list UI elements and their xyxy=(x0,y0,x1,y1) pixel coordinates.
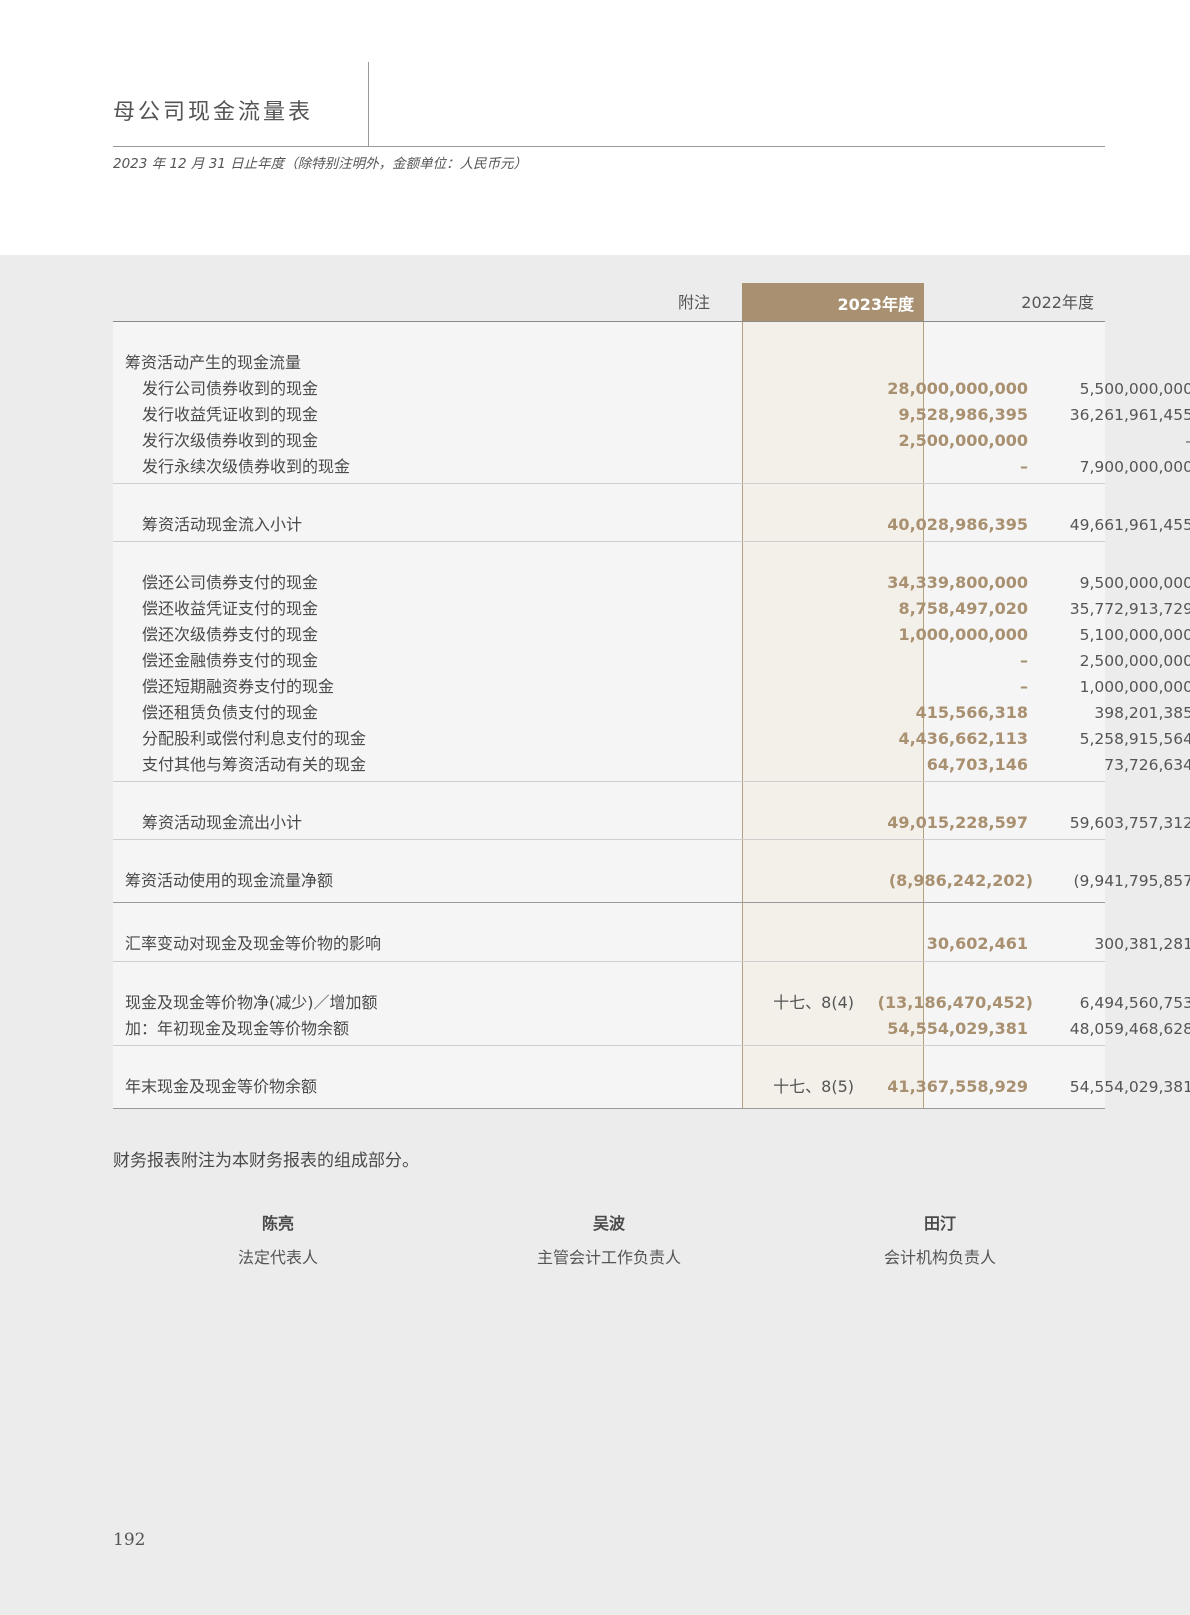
row-label: 偿还金融债券支付的现金 xyxy=(142,651,319,670)
table-row: 筹资活动使用的现金流量净额 (8,986,242,202) (9,941,795… xyxy=(113,868,1190,894)
table-row: 筹资活动现金流出小计 49,015,228,597 59,603,757,312 xyxy=(113,810,1190,836)
row-divider xyxy=(113,541,1105,542)
row-label: 筹资活动使用的现金流量净额 xyxy=(125,871,334,890)
row-label: 发行永续次级债券收到的现金 xyxy=(142,457,351,476)
row-label: 汇率变动对现金及现金等价物的影响 xyxy=(125,934,382,953)
value-2022: 59,603,757,312 xyxy=(1069,814,1190,832)
row-divider xyxy=(113,961,1105,962)
header-horizontal-rule xyxy=(113,146,1105,147)
signatory-role: 主管会计工作负责人 xyxy=(536,1248,681,1267)
signature-block: 陈亮 法定代表人 xyxy=(158,1210,398,1268)
row-divider xyxy=(113,483,1105,484)
table-row: 偿还金融债券支付的现金 – 2,500,000,000 xyxy=(113,648,1190,674)
table-row: 现金及现金等价物净(减少)／增加额 十七、8(4) (13,186,470,45… xyxy=(113,990,1190,1016)
value-2022: 300,381,281 xyxy=(1094,935,1190,953)
value-2022: 35,772,913,729 xyxy=(1069,600,1190,618)
table-row: 偿还租赁负债支付的现金 415,566,318 398,201,385 xyxy=(113,700,1190,726)
row-label: 年末现金及现金等价物余额 xyxy=(125,1077,318,1096)
value-2022: 9,500,000,000 xyxy=(1079,574,1190,592)
signatory-role: 会计机构负责人 xyxy=(883,1248,996,1267)
row-divider xyxy=(113,781,1105,782)
table-row: 加：年初现金及现金等价物余额 54,554,029,381 48,059,468… xyxy=(113,1016,1190,1042)
value-2022: – xyxy=(913,428,1190,454)
signatory-name: 吴波 xyxy=(592,1214,625,1233)
row-label: 发行收益凭证收到的现金 xyxy=(142,405,319,424)
row-label: 偿还次级债券支付的现金 xyxy=(142,625,319,644)
value-2022: 49,661,961,455 xyxy=(1069,516,1190,534)
table-row: 偿还公司债券支付的现金 34,339,800,000 9,500,000,000 xyxy=(113,570,1190,596)
table-row: 发行公司债券收到的现金 28,000,000,000 5,500,000,000 xyxy=(113,376,1190,402)
value-2022: 5,100,000,000 xyxy=(1079,626,1190,644)
page-title: 母公司现金流量表 xyxy=(113,100,314,125)
row-divider xyxy=(113,839,1105,840)
value-2022: 54,554,029,381 xyxy=(1069,1078,1190,1096)
value-2022: 6,494,560,753 xyxy=(1079,994,1190,1012)
header-area xyxy=(0,0,1190,255)
value-2022: 5,258,915,564 xyxy=(1079,730,1190,748)
table-row: 发行收益凭证收到的现金 9,528,986,395 36,261,961,455 xyxy=(113,402,1190,428)
row-label: 现金及现金等价物净(减少)／增加额 xyxy=(125,993,378,1012)
value-2022: 73,726,634 xyxy=(1104,756,1190,774)
table-row: 支付其他与筹资活动有关的现金 64,703,146 73,726,634 xyxy=(113,752,1190,778)
signature-block: 田汀 会计机构负责人 xyxy=(820,1210,1060,1268)
table-row: 分配股利或偿付利息支付的现金 4,436,662,113 5,258,915,5… xyxy=(113,726,1190,752)
table-row: 偿还短期融资券支付的现金 – 1,000,000,000 xyxy=(113,674,1190,700)
row-label: 筹资活动产生的现金流量 xyxy=(125,353,302,372)
row-label: 偿还公司债券支付的现金 xyxy=(142,573,319,592)
table-row: 发行次级债券收到的现金 2,500,000,000 – xyxy=(113,428,1190,454)
row-label: 发行次级债券收到的现金 xyxy=(142,431,319,450)
row-label: 发行公司债券收到的现金 xyxy=(142,379,319,398)
table-row: 偿还收益凭证支付的现金 8,758,497,020 35,772,913,729 xyxy=(113,596,1190,622)
value-2022: 2,500,000,000 xyxy=(1079,652,1190,670)
row-label: 加：年初现金及现金等价物余额 xyxy=(125,1019,350,1038)
footnote: 财务报表附注为本财务报表的组成部分。 xyxy=(113,1151,419,1171)
row-label: 筹资活动现金流出小计 xyxy=(142,813,303,832)
row-label: 筹资活动现金流入小计 xyxy=(142,515,303,534)
page-number: 192 xyxy=(113,1530,146,1550)
value-2022: 48,059,468,628 xyxy=(1069,1020,1190,1038)
header-vertical-rule xyxy=(368,62,369,146)
table-row: 偿还次级债券支付的现金 1,000,000,000 5,100,000,000 xyxy=(113,622,1190,648)
signature-block: 吴波 主管会计工作负责人 xyxy=(489,1210,729,1268)
column-header-2023: 2023年度 xyxy=(742,283,924,321)
column-header-note: 附注 xyxy=(677,293,710,312)
signatory-name: 陈亮 xyxy=(261,1214,294,1233)
value-2022: 398,201,385 xyxy=(1094,704,1190,722)
table-row: 发行永续次级债券收到的现金 – 7,900,000,000 xyxy=(113,454,1190,480)
header-divider xyxy=(113,321,1105,322)
signatory-name: 田汀 xyxy=(923,1214,956,1233)
column-header-2022: 2022年度 xyxy=(1021,293,1094,312)
row-label: 偿还租赁负债支付的现金 xyxy=(142,703,319,722)
row-label: 偿还收益凭证支付的现金 xyxy=(142,599,319,618)
row-label: 支付其他与筹资活动有关的现金 xyxy=(142,755,367,774)
value-2022: (9,941,795,857) xyxy=(1073,872,1190,890)
table-row: 筹资活动产生的现金流量 xyxy=(113,350,1105,376)
row-label: 分配股利或偿付利息支付的现金 xyxy=(142,729,367,748)
value-2022: 7,900,000,000 xyxy=(1079,458,1190,476)
table-row: 年末现金及现金等价物余额 十七、8(5) 41,367,558,929 54,5… xyxy=(113,1074,1190,1100)
value-2022: 36,261,961,455 xyxy=(1069,406,1190,424)
table-row: 汇率变动对现金及现金等价物的影响 30,602,461 300,381,281 xyxy=(113,931,1190,957)
table-bottom-rule xyxy=(113,1108,1105,1109)
value-2022: 1,000,000,000 xyxy=(1079,678,1190,696)
signatory-role: 法定代表人 xyxy=(237,1248,318,1267)
row-divider xyxy=(113,902,1105,903)
value-2022: 5,500,000,000 xyxy=(1079,380,1190,398)
row-divider xyxy=(113,1045,1105,1046)
page-subtitle: 2023 年 12 月 31 日止年度（除特别注明外，金额单位：人民币元） xyxy=(113,156,528,172)
table-row: 筹资活动现金流入小计 40,028,986,395 49,661,961,455 xyxy=(113,512,1190,538)
row-label: 偿还短期融资券支付的现金 xyxy=(142,677,335,696)
